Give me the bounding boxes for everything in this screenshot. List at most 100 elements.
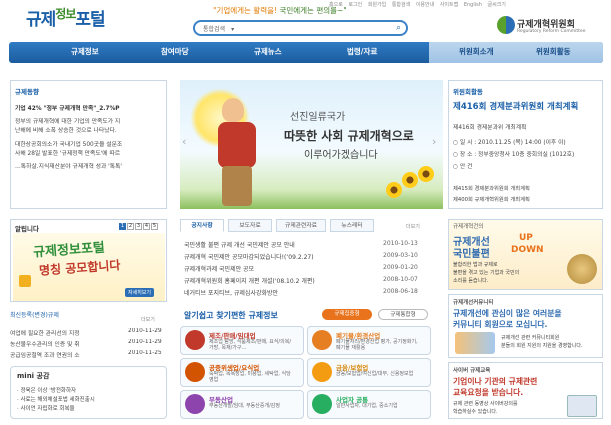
hero-caption-3: 이루어가겠습니다 [304,150,378,161]
tab-newsletter[interactable]: 뉴스레터 [330,219,374,232]
hero-caption-1: 선진일류국가 [290,112,346,123]
banner2-body: 규제개선에 관심이 많은 여러분을 [453,309,562,318]
top-link-login[interactable]: 로그인 [348,2,362,8]
board-more-link[interactable]: 더보기 [406,223,420,230]
notice-page-5[interactable]: 5 [151,223,158,230]
board-row-date: 2008-06-18 [383,288,418,295]
industry-card-waste[interactable]: 폐기물/환경산업 폐기물처리/환경산업 평가, 공기정화기, 폐기물 재활용 [307,326,431,355]
main-nav: 규제정보 참여마당 규제뉴스 법령/자료 위원회소개 위원회활동 [9,42,603,63]
tab-materials[interactable]: 규제관련자료 [276,219,326,232]
board-row[interactable]: 국민생활 불편 규제 개선 국민제안 공모 안내 [184,240,295,249]
latest-more-link[interactable]: 더보기 [141,316,155,323]
nav-item-regulation-info[interactable]: 규제정보 [71,46,99,57]
meeting-detail: ○ 안 건 [453,164,473,170]
banner2-sub: 규제개선 관련 커뮤니티회원 [501,335,560,341]
sunflower-graphic [386,182,402,198]
latest-item-date: 2010-11-29 [128,328,162,334]
tab-press[interactable]: 보도자료 [228,219,272,232]
community-banner[interactable]: 규제개선커뮤니티 규제개선에 관심이 많은 여러분을 커뮤니티 회원으로 모십니… [448,294,603,358]
board-row-date: 2010-10-13 [383,240,418,247]
banner1-down: DOWN [511,245,544,255]
top-link-sitemap[interactable]: 사이트맵 [440,2,458,8]
latest-item[interactable]: 농산물우수관리의 인증 및 취 [10,339,80,348]
board-row[interactable]: 규제개혁 국민제안 공모마감되었습니다!(‘09.2.27) [184,252,314,261]
utensils-icon [185,362,205,382]
meeting-detail: ○ 장 소 : 정부중앙청사 10층 중회의실 (1012호) [453,152,575,158]
banner2-body: 커뮤니티 회원으로 모십니다. [453,320,548,329]
banner3-sub: 학습하실수 있습니다. [453,409,498,415]
promo-details-button[interactable]: 자세히보기 [125,288,155,297]
meeting-headline[interactable]: 제416회 경제분과위원회 개최계획 [453,100,578,112]
people-graphic-icon [455,332,495,354]
search-bar[interactable]: 통합검색 ⌕ [193,20,408,36]
search-scope-select[interactable]: 통합검색 [203,24,234,33]
banner1-head2: 국민불편 [453,249,490,260]
tab-notices[interactable]: 공지사항 [180,219,224,232]
meeting-link[interactable]: 제415회 경제분과위원회 개최계획 [453,184,530,192]
industry-card-common[interactable]: 사업자 공통 일반사업자, 대기업, 중소기업 [307,390,431,419]
news-body-line: 사해 28일 발표한 '규제정책 만족도'에 따르 [15,151,121,157]
reform-suggestion-banner[interactable]: 규제개혁건의 규제개선 국민불편 UP DOWN 불합리한 법과 규제로 불편을… [448,219,603,290]
hero-next-icon[interactable]: › [432,135,436,148]
industry-card-realestate[interactable]: 부동산업 부동산개발/임대, 부동산중개/감정 [180,390,304,419]
meeting-link[interactable]: 제400회 규제개혁위원회 개최계획 [453,195,530,203]
industry-focus-button[interactable]: 규제집중형 [322,309,372,320]
promo-line-2: 명칭 공모합니다 [38,258,121,278]
industry-card-manufacturing[interactable]: 제조/판매/임대업 제조업 탐방, 식품제조/판매, 요식/의복/가방, 목재/… [180,326,304,355]
banner2-sub: 분들의 회원 지원의 지원을 경영합니다. [501,343,583,349]
top-link-fontsize[interactable]: 글씨크기 [487,2,505,8]
logo-part-a: 규제 [26,10,56,30]
logo-part-c: 포털 [75,10,105,30]
board-row[interactable]: 규제개혁위원회 홈페이지 개편 개설('08.10.2 개편) [184,276,315,285]
latest-item[interactable]: 여업에 필요한 관리선의 지정 [10,328,80,337]
hero-prev-icon[interactable]: ‹ [182,135,186,148]
regulation-trend-headline[interactable]: 기업 42% "정부 규제개혁 만족"_2.7%P [15,103,165,112]
notice-page-4[interactable]: 4 [143,223,150,230]
nav-item-committee-activity[interactable]: 위원회활동 [536,46,571,57]
notice-page-1[interactable]: 1 [119,223,126,230]
building-icon [185,394,205,414]
banner3-sub: 규제 관련 동영상 사이버강의를 [453,401,518,407]
puzzle-icon [19,275,31,287]
recycle-icon [312,330,332,350]
top-link-home[interactable]: 홈으로 [329,2,343,8]
hero-banner[interactable]: 선진일류국가 따뜻한 사회 규제개혁으로 이루어가겠습니다 ‹ › [180,80,443,209]
industry-card-finance[interactable]: 금융/보험업 금융/보험업/여신업/대부, 신용정보업 [307,358,431,387]
top-link-english[interactable]: English [464,2,482,8]
site-logo[interactable]: 규제정보포털 [26,5,106,30]
meeting-detail: ○ 일 시 : 2010.11.25 (목) 14:00 (이후 이) [453,140,566,146]
banner1-title: 규제개혁건의 [453,224,484,230]
board-row[interactable]: 규제개혁과제 국민제안 공모 [184,264,254,273]
notice-banner[interactable]: 규제정보포털 명칭 공모합니다 자세히보기 [13,233,165,301]
top-link-join[interactable]: 회원가입 [368,2,386,8]
industry-card-hygiene[interactable]: 공중위생업/요식업 숙박업, 목욕장업, 미용업, 세탁업, 식당영업 [180,358,304,387]
notice-pager: 1 2 3 4 5 [119,223,158,230]
banner3-title: 사이버 규제교육 [453,368,491,374]
nav-item-committee-intro[interactable]: 위원회소개 [459,46,494,57]
nav-item-laws[interactable]: 법령/자료 [347,46,377,57]
notice-page-3[interactable]: 3 [135,223,142,230]
news-body-line[interactable]: …톡하살.지식재산분야 규제개혁 성과 '톡톡' [15,161,165,170]
top-link-search[interactable]: 통합검색 [392,2,410,8]
mini-item[interactable]: · 사료는 해외체설포법 세화진출시 [17,395,95,403]
committee-emblem-icon [497,16,515,34]
nav-item-news[interactable]: 규제뉴스 [254,46,282,57]
banner1-up: UP [519,233,533,243]
nav-item-participation[interactable]: 참여마당 [161,46,189,57]
top-link-guide[interactable]: 이용안내 [416,2,434,8]
industry-integrated-button[interactable]: 규제통합형 [378,309,428,320]
cyber-education-banner[interactable]: 사이버 규제교육 기업이나 기관의 규제관련 교육요청을 받습니다. 규제 관련… [448,362,603,419]
logo-part-b: 정보 [55,7,76,21]
mini-item[interactable]: · 정육은 이상 '방전화하자 [17,386,76,394]
notice-panel: 알립니다 1 2 3 4 5 규제정보포털 명칭 공모합니다 자세히보기 [10,219,167,302]
card-sub: 일반사업자, 대기업, 중소기업 [336,403,398,409]
board-tabs: 공지사항 보도자료 규제관련자료 뉴스레터 더보기 [180,219,443,232]
latest-item-date: 2010-11-29 [128,339,162,345]
mini-item[interactable]: · 사이언 자립화로 회복율 [17,404,75,412]
card-sub: 숙박업, 목욕장업, 미용업, 세탁업, 식당영업 [209,371,291,383]
notice-page-2[interactable]: 2 [127,223,134,230]
search-icon[interactable]: ⌕ [396,23,401,33]
latest-item[interactable]: 공급임공철역 조과 연권의 소 [10,350,80,359]
board-row[interactable]: 네거티브 포지티브, 규제심사강화방안 [184,288,278,297]
card-sub: 제조업 탐방, 식품제조/판매, 요식/의복/가방, 목재/가구… [209,339,292,351]
